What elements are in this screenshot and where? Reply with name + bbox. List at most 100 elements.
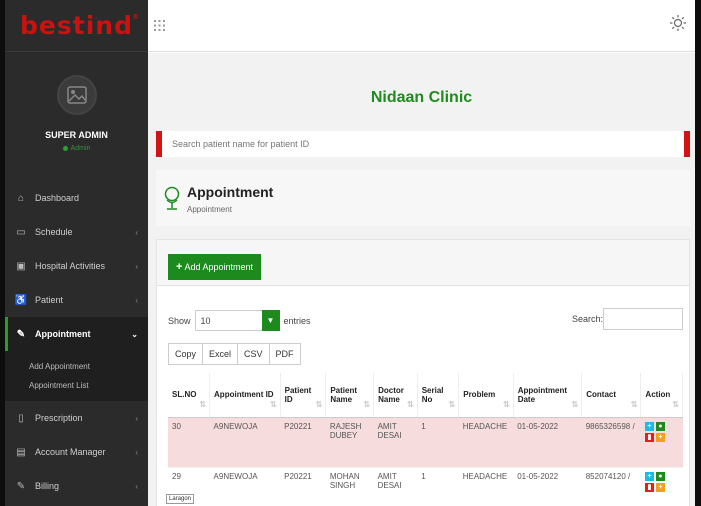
account-icon: ▤ [16,446,26,458]
prescription-icon: ▯ [18,412,24,424]
cell-contact: 852074120 / [581,467,641,506]
search-label: Search: [572,314,604,324]
card-header: + Add Appointment [157,240,689,286]
add-icon[interactable]: + [644,471,654,481]
sidebar: bestind ® SUPER ADMIN Admin ⌂ Dashboard ▭… [5,0,148,506]
cell-doctor-name: AMIT DESAI [373,467,418,506]
settings-sun-icon[interactable] [669,14,687,32]
appointment-card: + Add Appointment Show 10 ▼ entries Sear… [156,239,690,506]
globe-stand-icon [164,186,180,210]
add-appointment-button[interactable]: + Add Appointment [168,254,261,280]
cell-contact: 9865326598 / [581,417,641,468]
chevron-left-icon: ‹ [135,413,138,423]
cell-appointment-id: A9NEWOJA [209,417,281,468]
show-label: Show [168,315,191,326]
patient-search-input[interactable] [162,131,684,157]
edit-plus-icon[interactable]: + [655,432,665,442]
sort-icon: ⇅ [672,399,679,409]
pdf-button[interactable]: PDF [268,343,301,365]
sort-icon: ⇅ [503,399,510,409]
main-content: Nidaan Clinic Appointment Appointment + … [148,53,695,506]
sidebar-item-label: Account Manager [35,447,106,457]
page-title: Appointment [187,184,274,200]
submenu-add-appointment[interactable]: Add Appointment [29,357,148,376]
logo-area[interactable]: bestind ® [5,0,148,52]
cell-appointment-date: 01-05-2022 [513,467,582,506]
page-header: Appointment Appointment [156,170,690,226]
view-eye-icon[interactable]: ● [655,471,665,481]
sort-icon: ⇅ [269,399,277,409]
sidebar-item-hospital-activities[interactable]: ▣ Hospital Activities ‹ [5,249,148,283]
sidebar-item-prescription[interactable]: ▯ Prescription ‹ [5,401,148,435]
cell-patient-id: P20221 [280,417,326,468]
delete-trash-icon[interactable]: ▮ [644,482,654,492]
user-name: SUPER ADMIN [45,130,108,140]
entries-control: Show 10 ▼ entries [168,310,311,331]
cell-patient-name: MOHAN SINGH [325,467,374,506]
col-problem[interactable]: Problem ⇅ [458,373,514,418]
chevron-down-icon: ▼ [261,310,280,331]
col-patient-name[interactable]: Patient Name ⇅ [325,373,375,418]
sidebar-item-appointment[interactable]: ✎ Appointment ⌄ [5,317,148,351]
table-row[interactable]: 29 A9NEWOJA P20221 MOHAN SINGH AMIT DESA… [168,467,683,506]
sort-icon: ⇅ [315,399,323,409]
cell-patient-name: RAJESH DUBEY [325,417,374,468]
sidebar-item-label: Patient [35,295,64,305]
sidebar-item-label: Dashboard [35,193,80,203]
appointment-table: SL.NO ⇅ Appointment ID ⇅ Patient ID ⇅ Patie… [168,373,683,506]
sidebar-item-label: Billing [35,481,60,491]
edit-icon: ✎ [16,328,26,340]
chevron-left-icon: ‹ [135,481,138,491]
online-dot-icon [62,145,68,151]
avatar[interactable] [56,75,97,115]
topbar [148,0,695,52]
export-buttons: Copy Excel CSV PDF [168,343,301,365]
col-appointment-id[interactable]: Appointment ID ⇅ [209,373,281,418]
col-action[interactable]: Action ⇅ [640,373,683,418]
chevron-left-icon: ‹ [135,227,138,237]
excel-button[interactable]: Excel [202,343,239,365]
breadcrumb: Appointment [187,205,232,214]
sidebar-item-schedule[interactable]: ▭ Schedule ‹ [5,215,148,249]
delete-trash-icon[interactable]: ▮ [644,432,654,442]
cell-sl-no: 30 [168,417,210,468]
menu-grid-icon[interactable] [154,20,165,31]
table-search-input[interactable] [603,308,683,330]
plus-icon: + [176,261,183,273]
table-row[interactable]: 30 A9NEWOJA P20221 RAJESH DUBEY AMIT DES… [168,417,683,468]
view-eye-icon[interactable]: ● [655,421,665,431]
col-contact[interactable]: Contact ⇅ [581,373,642,418]
cell-serial-no: 1 [417,467,459,506]
sidebar-item-label: Schedule [35,227,73,237]
sort-icon: ⇅ [363,399,371,409]
calendar-icon: ▭ [16,226,26,238]
user-status: Admin [5,145,148,152]
chevron-left-icon: ‹ [135,261,138,271]
col-doctor-name[interactable]: Doctor Name ⇅ [373,373,418,418]
col-serial-no[interactable]: Serial No ⇅ [417,373,460,418]
chevron-left-icon: ‹ [135,295,138,305]
sidebar-item-billing[interactable]: ✎ Billing ‹ [5,469,148,503]
sidebar-item-account-manager[interactable]: ▤ Account Manager ‹ [5,435,148,469]
clinic-title: Nidaan Clinic [370,89,473,106]
sidebar-item-label: Hospital Activities [35,261,106,271]
col-appointment-date[interactable]: Appointment Date ⇅ [513,373,583,418]
col-sl-no[interactable]: SL.NO ⇅ [168,373,211,418]
sidebar-item-dashboard[interactable]: ⌂ Dashboard [5,181,148,215]
app-frame: bestind ® SUPER ADMIN Admin ⌂ Dashboard ▭… [5,0,695,506]
copy-button[interactable]: Copy [168,343,204,365]
cell-appointment-id: A9NEWOJA [209,467,281,506]
add-icon[interactable]: + [644,421,654,431]
cell-appointment-date: 01-05-2022 [513,417,582,468]
tooltip: Laragon [166,494,195,504]
cell-problem: HEADACHE [458,467,514,506]
entries-select[interactable]: 10 ▼ [194,310,280,331]
edit-plus-icon[interactable]: + [655,482,665,492]
csv-button[interactable]: CSV [237,343,270,365]
col-patient-id[interactable]: Patient ID ⇅ [280,373,327,418]
submenu-appointment-list[interactable]: Appointment List [29,376,148,395]
image-placeholder-icon [66,86,87,104]
sort-icon: ⇅ [630,399,638,409]
sidebar-menu: ⌂ Dashboard ▭ Schedule ‹ ▣ Hospital Acti… [5,181,148,503]
sidebar-item-patient[interactable]: ♿ Patient ‹ [5,283,148,317]
